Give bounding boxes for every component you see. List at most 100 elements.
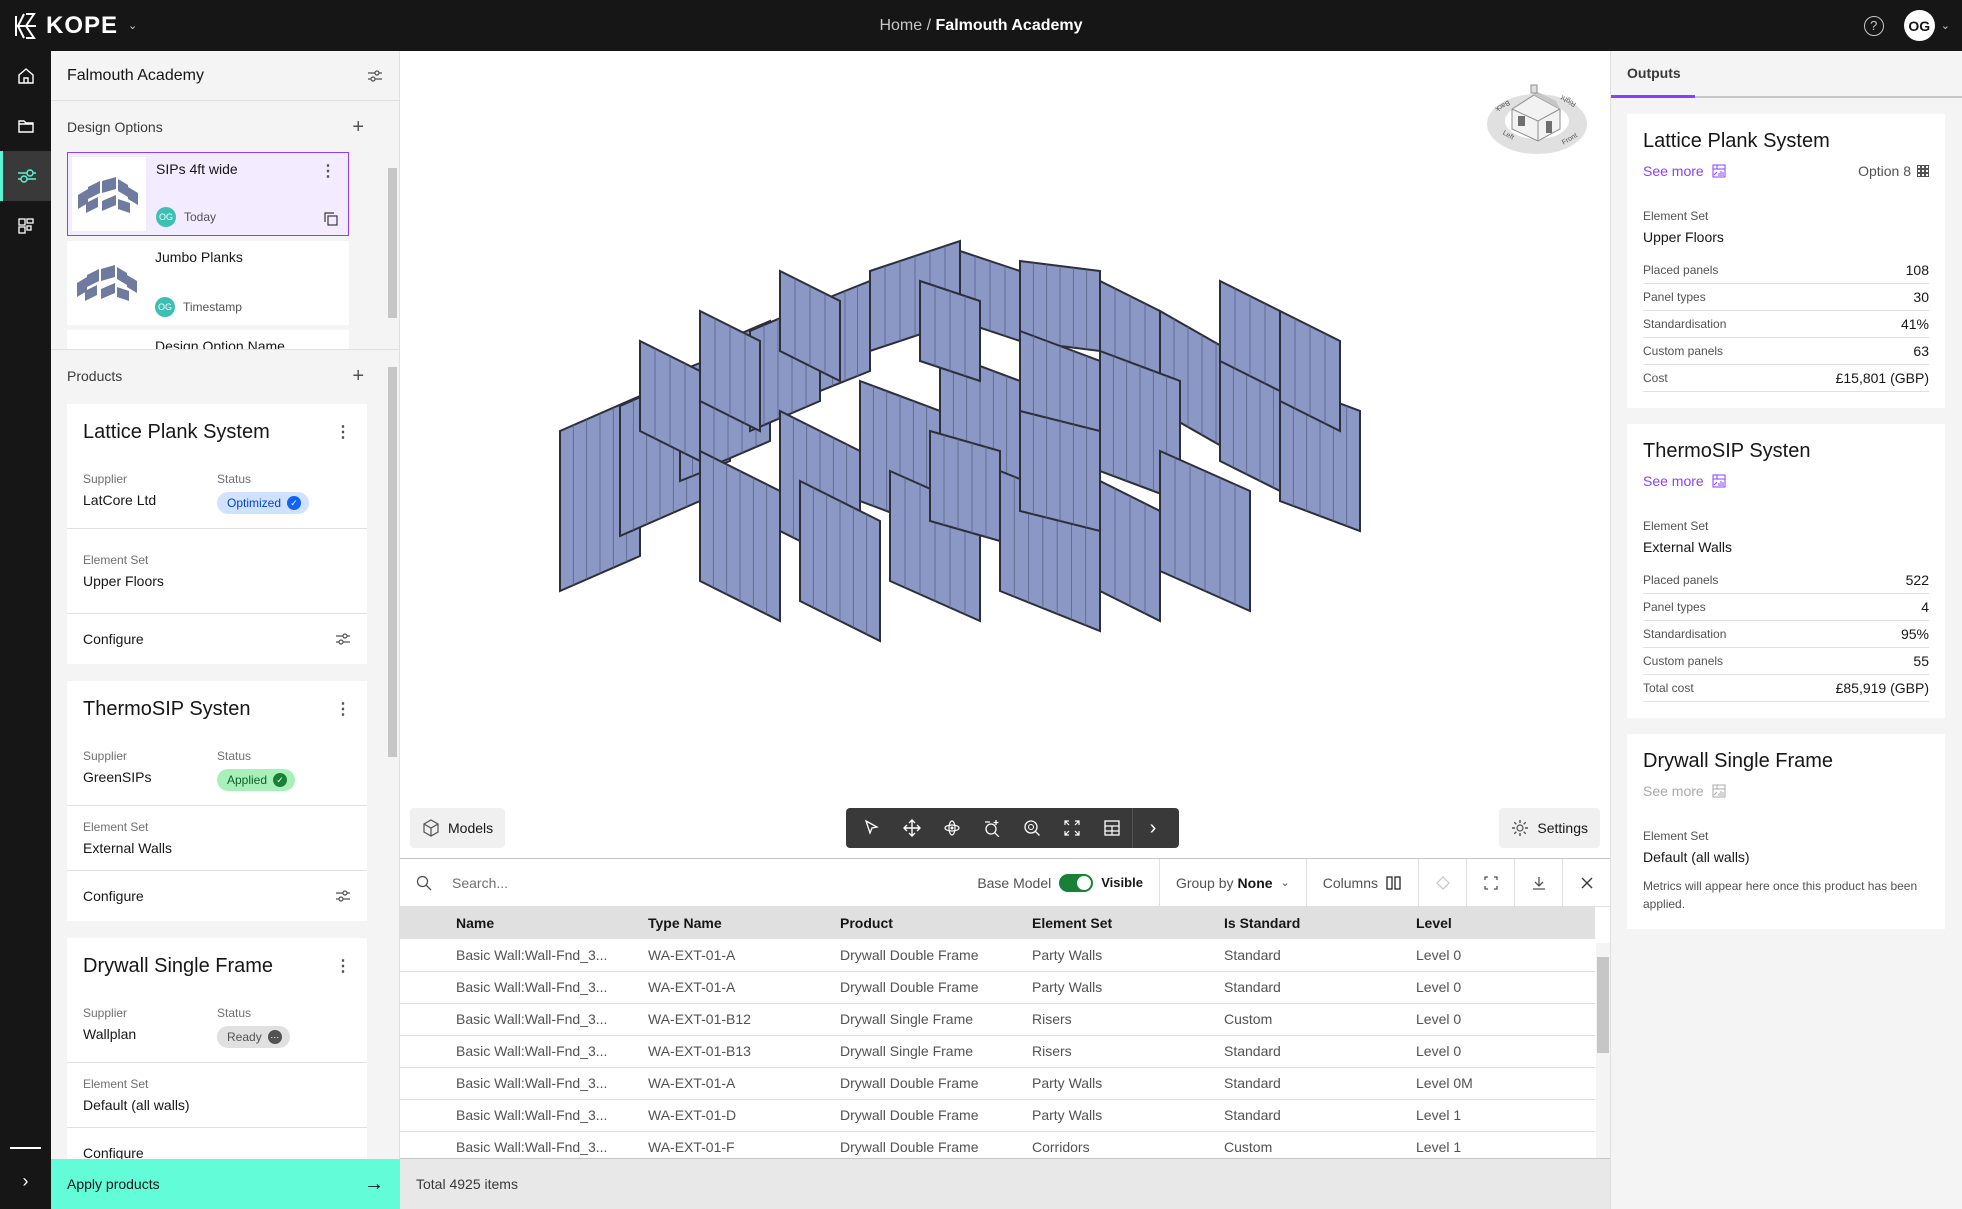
column-header[interactable]: Element Set [1032, 907, 1224, 939]
user-menu[interactable]: OG ⌄ [1903, 10, 1950, 41]
rail-configure[interactable] [0, 151, 51, 201]
orbit-tool[interactable] [932, 808, 972, 848]
scrollbar-thumb[interactable] [388, 367, 397, 757]
download-button[interactable] [1514, 858, 1562, 907]
close-icon [1581, 877, 1592, 888]
configure-button[interactable]: Configure [67, 614, 367, 664]
table-row[interactable]: Basic Wall:Wall-Fnd_3... WA-EXT-01-B13 Dry… [400, 1035, 1595, 1068]
table-row[interactable]: Basic Wall:Wall-Fnd_3... WA-EXT-01-A Drywa… [400, 1067, 1595, 1100]
zoom-window-tool[interactable] [972, 808, 1012, 848]
status-text: Ready [227, 1030, 262, 1044]
column-header[interactable]: Is Standard [1224, 907, 1416, 939]
table-row[interactable]: Basic Wall:Wall-Fnd_3... WA-EXT-01-A Drywa… [400, 971, 1595, 1004]
expand-rail-button[interactable]: › [0, 1161, 51, 1201]
settings-sliders-icon[interactable] [367, 69, 383, 83]
design-option-name: Design Option Name [155, 338, 285, 350]
breadcrumb-home[interactable]: Home [879, 17, 922, 34]
expand-toolbar-button[interactable]: › [1133, 808, 1173, 848]
metric-label: Placed panels [1643, 573, 1719, 587]
element-set-label: Element Set [1643, 209, 1709, 223]
close-table-button[interactable] [1562, 858, 1610, 907]
wall-panel[interactable] [929, 429, 1001, 543]
column-header[interactable]: Type Name [648, 907, 840, 939]
models-button[interactable]: Models [410, 808, 506, 848]
base-model-label: Base Model [977, 874, 1052, 891]
design-option-card[interactable]: Design Option Name [67, 330, 349, 350]
table-row[interactable]: Basic Wall:Wall-Fnd_3... WA-EXT-01-A Drywa… [400, 939, 1595, 972]
rail-projects[interactable] [0, 101, 51, 151]
overflow-menu-icon[interactable]: ⋮ [335, 699, 351, 719]
supplier-value: GreenSIPs [83, 769, 152, 785]
3d-viewer[interactable]: Back Right Left Front Models Settings › [400, 51, 1610, 858]
fullscreen-button[interactable] [1466, 858, 1514, 907]
configure-button[interactable]: Configure [67, 871, 367, 921]
clear-format-button[interactable] [1418, 858, 1466, 907]
table-scrollbar[interactable] [1596, 943, 1610, 1159]
rail-home[interactable] [0, 51, 51, 101]
row-spacer [400, 1067, 456, 1100]
avatar: OG [156, 207, 176, 227]
pan-tool[interactable] [892, 808, 932, 848]
element-set-label: Element Set [83, 1077, 149, 1091]
see-more-link[interactable]: See more [1643, 473, 1726, 489]
app-logo[interactable]: KOPE ⌄ [14, 12, 137, 40]
option-selector[interactable]: Option 8 [1858, 163, 1929, 179]
scrollbar-thumb[interactable] [1597, 957, 1609, 1053]
base-model-toggle[interactable]: Base Model Visible [961, 859, 1159, 907]
search-input[interactable]: Search... [400, 875, 961, 891]
table-tool[interactable] [1092, 808, 1132, 848]
zoom-tool[interactable] [1012, 808, 1052, 848]
home-icon [17, 68, 34, 84]
table-row[interactable]: Basic Wall:Wall-Fnd_3... WA-EXT-01-D Drywa… [400, 1099, 1595, 1132]
design-option-card[interactable]: SIPs 4ft wide OG Today ⋮ [67, 152, 349, 236]
outputs-panel: Outputs Lattice Plank System See more Opti… [1610, 51, 1962, 1209]
table-cell: Party Walls [1032, 939, 1224, 972]
elements-table-panel: Search... Base Model Visible Group by No… [400, 858, 1610, 1164]
see-more-link[interactable]: See more [1643, 163, 1726, 179]
chevron-right-icon: › [1149, 816, 1157, 839]
metric-value: 108 [1905, 262, 1929, 278]
folder-icon [17, 120, 34, 133]
add-product-button[interactable]: + [352, 365, 364, 388]
navigation-cube[interactable]: Back Right Left Front [1482, 69, 1592, 159]
add-design-option-button[interactable]: + [352, 116, 364, 139]
metric-row: Custom panels 63 [1643, 338, 1929, 365]
chart-table-icon [1712, 474, 1726, 488]
tab-outputs[interactable]: Outputs [1611, 65, 1695, 98]
viewer-toolbar: › [846, 808, 1179, 848]
building-model[interactable] [400, 51, 1610, 751]
chevron-down-icon[interactable]: ⌄ [128, 19, 137, 32]
table-cell: Basic Wall:Wall-Fnd_3... [456, 1035, 648, 1068]
overflow-menu-icon[interactable]: ⋮ [335, 956, 351, 976]
column-header[interactable]: Level [1416, 907, 1595, 939]
table-cell: Level 0 [1416, 1003, 1595, 1036]
supplier-label: Supplier [83, 472, 128, 486]
overflow-menu-icon[interactable]: ⋮ [335, 422, 351, 442]
column-header[interactable]: Product [840, 907, 1032, 939]
element-set-value: Default (all walls) [83, 1097, 190, 1113]
column-header[interactable]: Name [456, 907, 648, 939]
scrollbar-thumb[interactable] [388, 168, 397, 318]
select-tool[interactable] [852, 808, 892, 848]
rail-catalog[interactable] [0, 201, 51, 251]
fit-view-tool[interactable] [1052, 808, 1092, 848]
overflow-menu-icon[interactable]: ⋮ [320, 161, 336, 181]
products-scrollbar[interactable] [387, 355, 397, 1155]
columns-button[interactable]: Columns [1305, 858, 1418, 907]
metric-row: Total cost £85,919 (GBP) [1643, 675, 1929, 702]
settings-button[interactable]: Settings [1499, 808, 1600, 848]
toggle-switch[interactable] [1059, 873, 1094, 892]
supplier-label: Supplier [83, 1006, 128, 1020]
group-by-dropdown[interactable]: Group by None ⌄ [1158, 858, 1306, 907]
table-row[interactable]: Basic Wall:Wall-Fnd_3... WA-EXT-01-B12 Dry… [400, 1003, 1595, 1036]
help-icon[interactable]: ? [1863, 15, 1884, 36]
breadcrumb-separator: / [926, 16, 932, 34]
metric-row: Standardisation 95% [1643, 621, 1929, 648]
header-spacer [400, 907, 456, 939]
apply-products-button[interactable]: Apply products → [51, 1159, 400, 1209]
design-options-scrollbar[interactable] [387, 154, 397, 349]
metric-label: Cost [1643, 371, 1668, 385]
supplier-value: LatCore Ltd [83, 492, 157, 508]
design-option-card[interactable]: Jumbo Planks OG Timestamp [67, 241, 349, 325]
duplicate-icon[interactable] [324, 212, 338, 226]
